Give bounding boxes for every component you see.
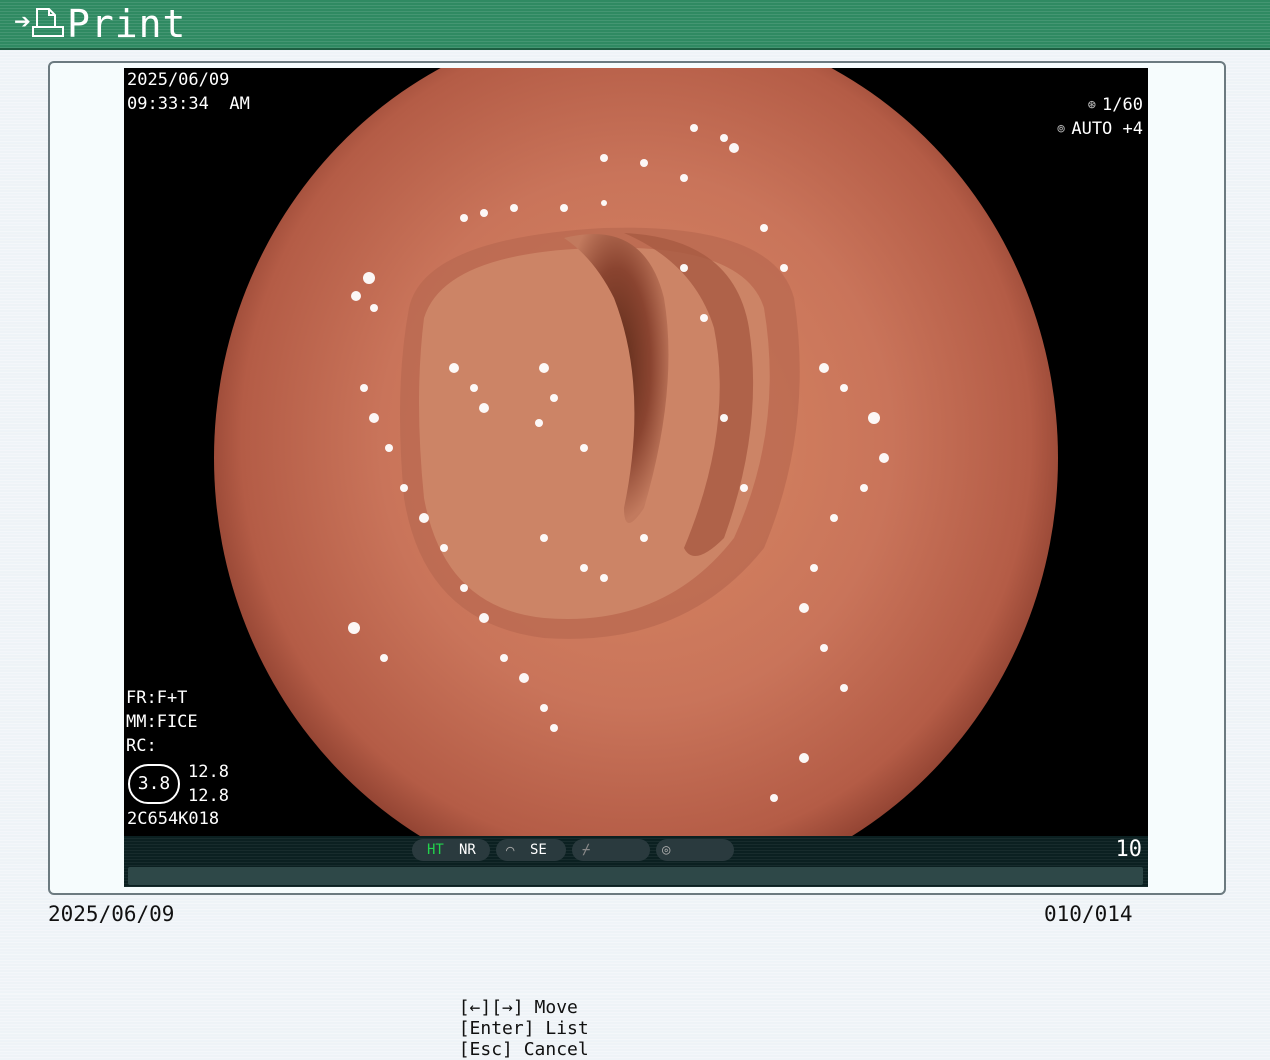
fr-setting: FR:F+T	[126, 688, 188, 708]
key-hints: [←][→] Move [Enter] List [Esc] Cancel	[437, 976, 607, 1060]
page-title: Print	[67, 2, 187, 46]
values-readout: 12.8 12.8	[188, 760, 229, 808]
nr-label: NR	[459, 842, 476, 858]
time-label: 09:33:34 AM	[127, 94, 250, 114]
mm-setting: MM:FICE	[126, 712, 198, 732]
move-hint[interactable]: [←][→] Move	[459, 997, 578, 1018]
status-bar: HT NR ⌒ SE ⌿ ◎ 10	[124, 836, 1148, 887]
iris-icon: ⊚	[1056, 121, 1066, 137]
shutter-speed: 1/60	[1102, 95, 1143, 115]
date-time-readout: 2025/06/09 09:33:34 AM	[127, 68, 250, 116]
document-icon	[31, 5, 65, 43]
settings-readout: FR:F+T MM:FICE RC:	[126, 686, 198, 758]
value-1: 12.8	[188, 762, 229, 782]
list-hint[interactable]: [Enter] List	[459, 1018, 589, 1039]
se-pill: ⌒ SE	[496, 839, 566, 861]
exposure-mode: AUTO +4	[1071, 119, 1143, 139]
ht-nr-pill: HT NR	[412, 839, 490, 861]
enhance-icon: ⌒	[506, 842, 515, 858]
value-badge: 3.8	[128, 764, 180, 804]
frame-number: 10	[1115, 837, 1143, 862]
date-label: 2025/06/09	[127, 70, 230, 90]
meter-icon: ◎	[662, 842, 671, 858]
slash-icon: ⌿	[582, 842, 591, 858]
ht-label: HT	[427, 842, 444, 858]
ex-pill: ◎	[656, 839, 734, 861]
rc-setting: RC:	[126, 736, 157, 756]
image-counter: 010/014	[1044, 902, 1133, 926]
serial-number: 2C654K018	[127, 809, 220, 829]
se-label: SE	[530, 842, 547, 858]
shutter-icon: ⊛	[1087, 97, 1097, 113]
footer-date: 2025/06/09	[48, 902, 175, 926]
title-bar: ➔ Print	[0, 0, 1270, 50]
colon-image	[214, 68, 1058, 887]
cancel-hint[interactable]: [Esc] Cancel	[459, 1039, 589, 1060]
arrow-right-icon: ➔	[14, 9, 31, 33]
fx-pill: ⌿	[572, 839, 650, 861]
value-2: 12.8	[188, 786, 229, 806]
progress-bar	[128, 867, 1143, 885]
exposure-readout: ⊛ 1/60 ⊚ AUTO +4	[1023, 93, 1143, 141]
endoscope-image: 2025/06/09 09:33:34 AM ⊛ 1/60 ⊚ AUTO +4 FR…	[124, 68, 1148, 887]
